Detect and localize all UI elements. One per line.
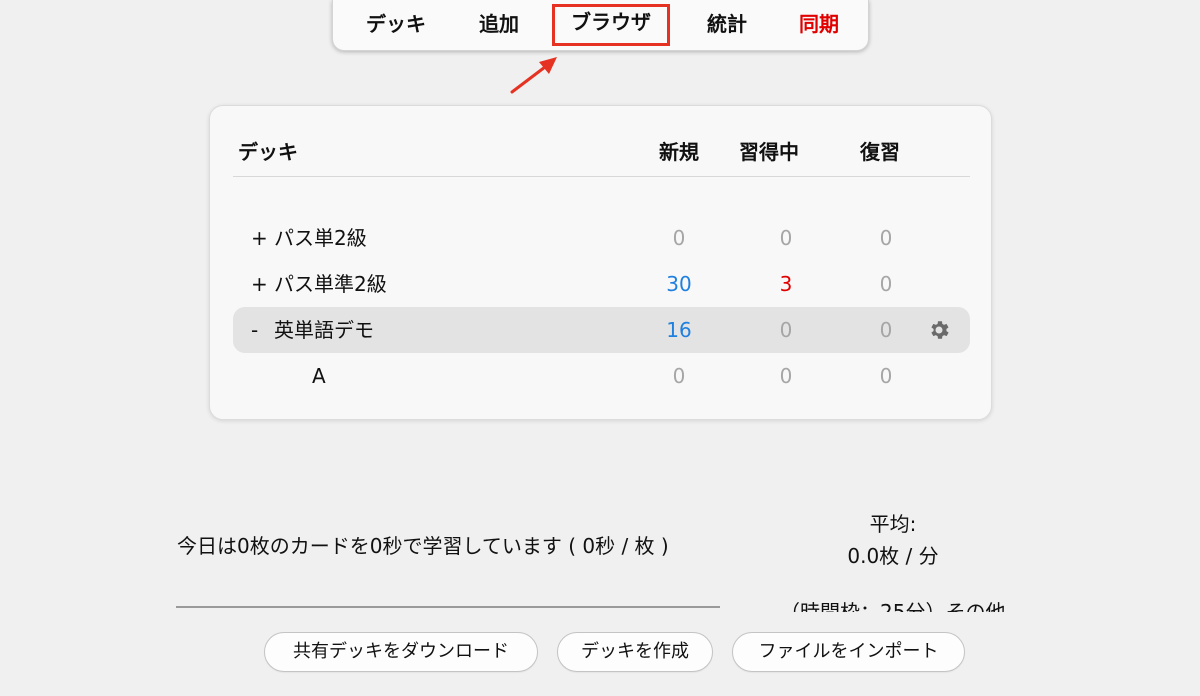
clipped-stats-text: （時間枠：25分）その他 — [780, 598, 1040, 612]
learning-column-header: 習得中 — [739, 140, 799, 164]
sync-tab[interactable]: 同期 — [779, 6, 859, 42]
header-divider — [233, 176, 970, 177]
deck-list-panel: デッキ 新規 習得中 復習 + パス単2級 0 0 0 + パス単準2級 30 … — [209, 105, 992, 420]
deck-name[interactable]: A — [312, 353, 326, 399]
average-label: 平均: — [869, 512, 917, 536]
review-count: 0 — [879, 226, 893, 250]
deck-name[interactable]: パス単2級 — [274, 215, 367, 261]
top-toolbar: デッキ 追加 ブラウザ 統計 同期 — [332, 0, 869, 51]
collapse-toggle[interactable]: - — [251, 307, 258, 353]
learning-count: 0 — [779, 226, 793, 250]
clipped-stats-label: （時間枠：25分）その他 — [780, 600, 1006, 612]
learning-count: 3 — [779, 272, 793, 296]
review-column-header: 復習 — [860, 140, 900, 164]
annotation-arrow — [510, 57, 557, 94]
import-file-button[interactable]: ファイルをインポート — [732, 632, 965, 672]
create-deck-button[interactable]: デッキを作成 — [557, 632, 713, 672]
deck-row: + パス単準2級 30 3 0 — [233, 261, 970, 307]
decks-tab[interactable]: デッキ — [351, 6, 441, 42]
learning-count: 0 — [779, 318, 793, 342]
deck-name[interactable]: 英単語デモ — [274, 307, 374, 353]
deck-name[interactable]: パス単準2級 — [274, 261, 387, 307]
deck-column-header: デッキ — [238, 140, 298, 164]
review-count: 0 — [879, 318, 893, 342]
new-count: 0 — [672, 226, 686, 250]
stats-tab[interactable]: 統計 — [683, 6, 771, 42]
new-column-header: 新規 — [659, 140, 699, 164]
learning-count: 0 — [779, 364, 793, 388]
browse-tab[interactable]: ブラウザ — [552, 4, 670, 46]
studied-today-text: 今日は0枚のカードを0秒で学習しています ( 0秒 / 枚 ) — [177, 534, 669, 558]
new-count: 0 — [672, 364, 686, 388]
deck-row-current: - 英単語デモ 16 0 0 — [233, 307, 970, 353]
review-count: 0 — [879, 364, 893, 388]
get-shared-decks-button[interactable]: 共有デッキをダウンロード — [264, 632, 538, 672]
review-count: 0 — [879, 272, 893, 296]
deck-row: A 0 0 0 — [233, 353, 970, 399]
deck-row: + パス単2級 0 0 0 — [233, 215, 970, 261]
average-value: 0.0枚 / 分 — [847, 544, 939, 568]
new-count: 16 — [666, 318, 692, 342]
expand-toggle[interactable]: + — [251, 261, 268, 307]
gear-icon[interactable] — [927, 318, 951, 342]
add-tab[interactable]: 追加 — [453, 6, 545, 42]
expand-toggle[interactable]: + — [251, 215, 268, 261]
stats-divider — [176, 606, 720, 608]
new-count: 30 — [666, 272, 692, 296]
